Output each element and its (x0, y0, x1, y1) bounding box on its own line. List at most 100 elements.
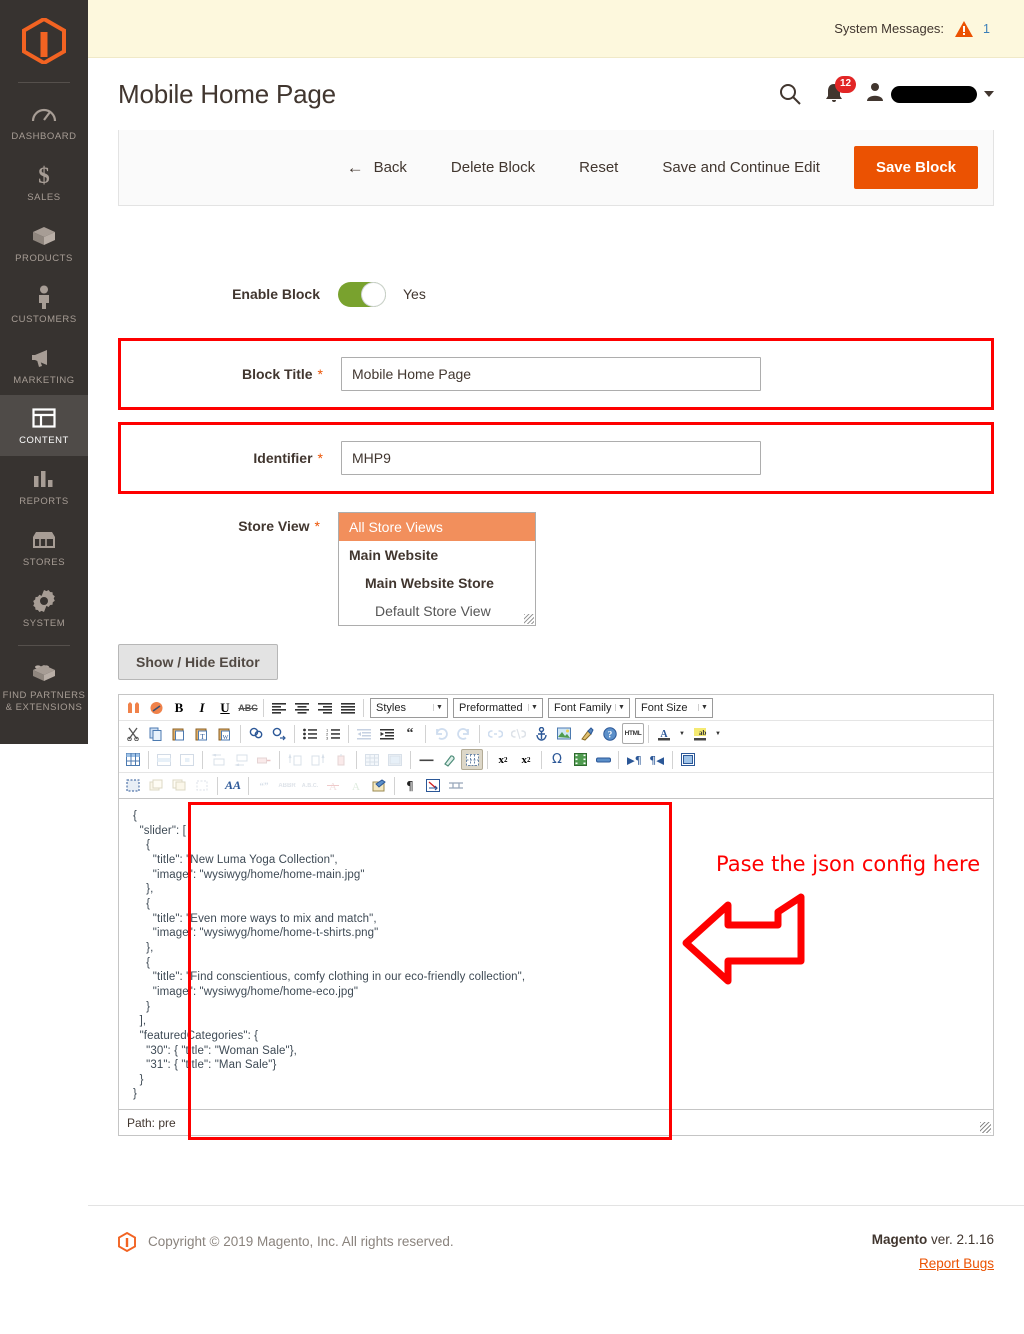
show-blocks-icon[interactable]: ¶ (399, 775, 421, 796)
background-color-dropdown-icon[interactable]: ▼ (712, 723, 724, 744)
reset-button[interactable]: Reset (557, 149, 640, 186)
copy-icon[interactable] (145, 723, 167, 744)
magento-widget-icon[interactable] (122, 697, 144, 718)
redo-icon[interactable] (453, 723, 475, 744)
paste-text-icon[interactable]: T (191, 723, 213, 744)
show-hide-editor-button[interactable]: Show / Hide Editor (118, 644, 278, 680)
style-props-icon[interactable]: AA (222, 775, 244, 796)
magento-variable-icon[interactable] (145, 697, 167, 718)
find-icon[interactable] (245, 723, 267, 744)
insert-div-icon[interactable] (191, 775, 213, 796)
table-row-properties-icon[interactable] (153, 749, 175, 770)
delete-column-icon[interactable] (330, 749, 352, 770)
editor-content-area[interactable]: { "slider": [ { "title": "New Luma Yoga … (119, 799, 993, 1109)
toggle-guidelines-icon[interactable] (461, 749, 483, 770)
delete-row-icon[interactable] (253, 749, 275, 770)
sidebar-item-find-partners[interactable]: FIND PARTNERS & EXTENSIONS (0, 650, 88, 723)
editor-resize-grip-icon[interactable] (980, 1122, 991, 1133)
font-size-select[interactable]: Font Size ▼ (635, 697, 713, 718)
nonbreaking-icon[interactable] (422, 775, 444, 796)
sidebar-item-products[interactable]: PRODUCTS (0, 213, 88, 274)
paste-icon[interactable] (168, 723, 190, 744)
subscript-icon[interactable]: x2 (492, 749, 514, 770)
align-justify-icon[interactable] (337, 697, 359, 718)
paste-word-icon[interactable]: W (214, 723, 236, 744)
cut-icon[interactable] (122, 723, 144, 744)
strikethrough-icon[interactable]: ABC (237, 697, 259, 718)
attributes-icon[interactable] (368, 775, 390, 796)
find-replace-icon[interactable] (268, 723, 290, 744)
system-messages-count[interactable]: 1 (983, 22, 990, 36)
sidebar-item-content[interactable]: CONTENT (0, 395, 88, 457)
table-cell-properties-icon[interactable] (176, 749, 198, 770)
italic-icon[interactable]: I (191, 697, 213, 718)
bold-icon[interactable]: B (168, 697, 190, 718)
text-color-dropdown-icon[interactable]: ▼ (676, 723, 688, 744)
bullet-list-icon[interactable] (299, 723, 321, 744)
abbreviation-icon[interactable]: ABBR (276, 775, 298, 796)
sidebar-item-sales[interactable]: $ SALES (0, 152, 88, 213)
insert-column-after-icon[interactable] (307, 749, 329, 770)
sidebar-item-stores[interactable]: STORES (0, 517, 88, 578)
insert-text-icon[interactable]: A (345, 775, 367, 796)
select-all-icon[interactable] (122, 775, 144, 796)
insert-image-icon[interactable] (553, 723, 575, 744)
sidebar-item-system[interactable]: SYSTEM (0, 578, 88, 639)
page-break-icon[interactable] (445, 775, 467, 796)
back-button[interactable]: ← Back (325, 149, 429, 186)
sidebar-item-reports[interactable]: REPORTS (0, 456, 88, 517)
delete-text-icon[interactable]: A (322, 775, 344, 796)
underline-icon[interactable]: U (214, 697, 236, 718)
notification-bell-icon[interactable]: 12 (824, 76, 857, 105)
align-right-icon[interactable] (314, 697, 336, 718)
insert-media-icon[interactable] (569, 749, 591, 770)
store-view-option-main-website-store[interactable]: Main Website Store (339, 569, 535, 597)
indent-icon[interactable] (376, 723, 398, 744)
sidebar-logo[interactable] (0, 0, 88, 82)
insert-row-after-icon[interactable] (230, 749, 252, 770)
numbered-list-icon[interactable]: 123 (322, 723, 344, 744)
search-icon[interactable] (778, 82, 802, 106)
system-messages-bar[interactable]: System Messages: 1 (88, 0, 1024, 58)
format-select[interactable]: Preformatted ▼ (453, 697, 543, 718)
block-title-input[interactable] (341, 357, 761, 391)
rtl-icon[interactable]: ¶◀ (646, 749, 668, 770)
styles-select[interactable]: Styles ▼ (370, 697, 448, 718)
remove-format-icon[interactable] (438, 749, 460, 770)
help-icon[interactable]: ? (599, 723, 621, 744)
horizontal-rule-icon[interactable] (415, 749, 437, 770)
ltr-icon[interactable]: ▶¶ (623, 749, 645, 770)
outdent-icon[interactable] (353, 723, 375, 744)
user-menu[interactable] (866, 82, 994, 107)
sidebar-item-dashboard[interactable]: DASHBOARD (0, 91, 88, 152)
store-view-multiselect[interactable]: All Store Views Main Website Main Websit… (338, 512, 536, 626)
align-left-icon[interactable] (268, 697, 290, 718)
save-and-continue-edit-button[interactable]: Save and Continue Edit (640, 149, 842, 186)
merge-cells-icon[interactable] (384, 749, 406, 770)
fullscreen-icon[interactable] (677, 749, 699, 770)
store-view-option-all[interactable]: All Store Views (339, 513, 535, 541)
sidebar-item-customers[interactable]: CUSTOMERS (0, 274, 88, 335)
store-view-option-default-store-view[interactable]: Default Store View (339, 597, 535, 625)
html-source-icon[interactable]: HTML (622, 723, 644, 744)
insert-layer-icon[interactable] (145, 775, 167, 796)
delete-block-button[interactable]: Delete Block (429, 149, 557, 186)
undo-icon[interactable] (430, 723, 452, 744)
blockquote-icon[interactable]: “ (399, 723, 421, 744)
cleanup-icon[interactable] (576, 723, 598, 744)
save-block-button[interactable]: Save Block (853, 146, 978, 189)
background-color-icon[interactable]: ab (689, 723, 711, 744)
superscript-icon[interactable]: x2 (515, 749, 537, 770)
identifier-input[interactable] (341, 441, 761, 475)
citation-icon[interactable]: “” (253, 775, 275, 796)
insert-edit-table-icon[interactable] (122, 749, 144, 770)
unlink-icon[interactable] (507, 723, 529, 744)
insert-row-before-icon[interactable] (207, 749, 229, 770)
special-character-icon[interactable]: Ω (546, 749, 568, 770)
text-color-icon[interactable]: A (653, 723, 675, 744)
resize-grip-icon[interactable] (524, 614, 534, 624)
sidebar-item-marketing[interactable]: MARKETING (0, 335, 88, 396)
insert-page-break-icon[interactable] (592, 749, 614, 770)
move-layer-icon[interactable] (168, 775, 190, 796)
store-view-option-main-website[interactable]: Main Website (339, 541, 535, 569)
